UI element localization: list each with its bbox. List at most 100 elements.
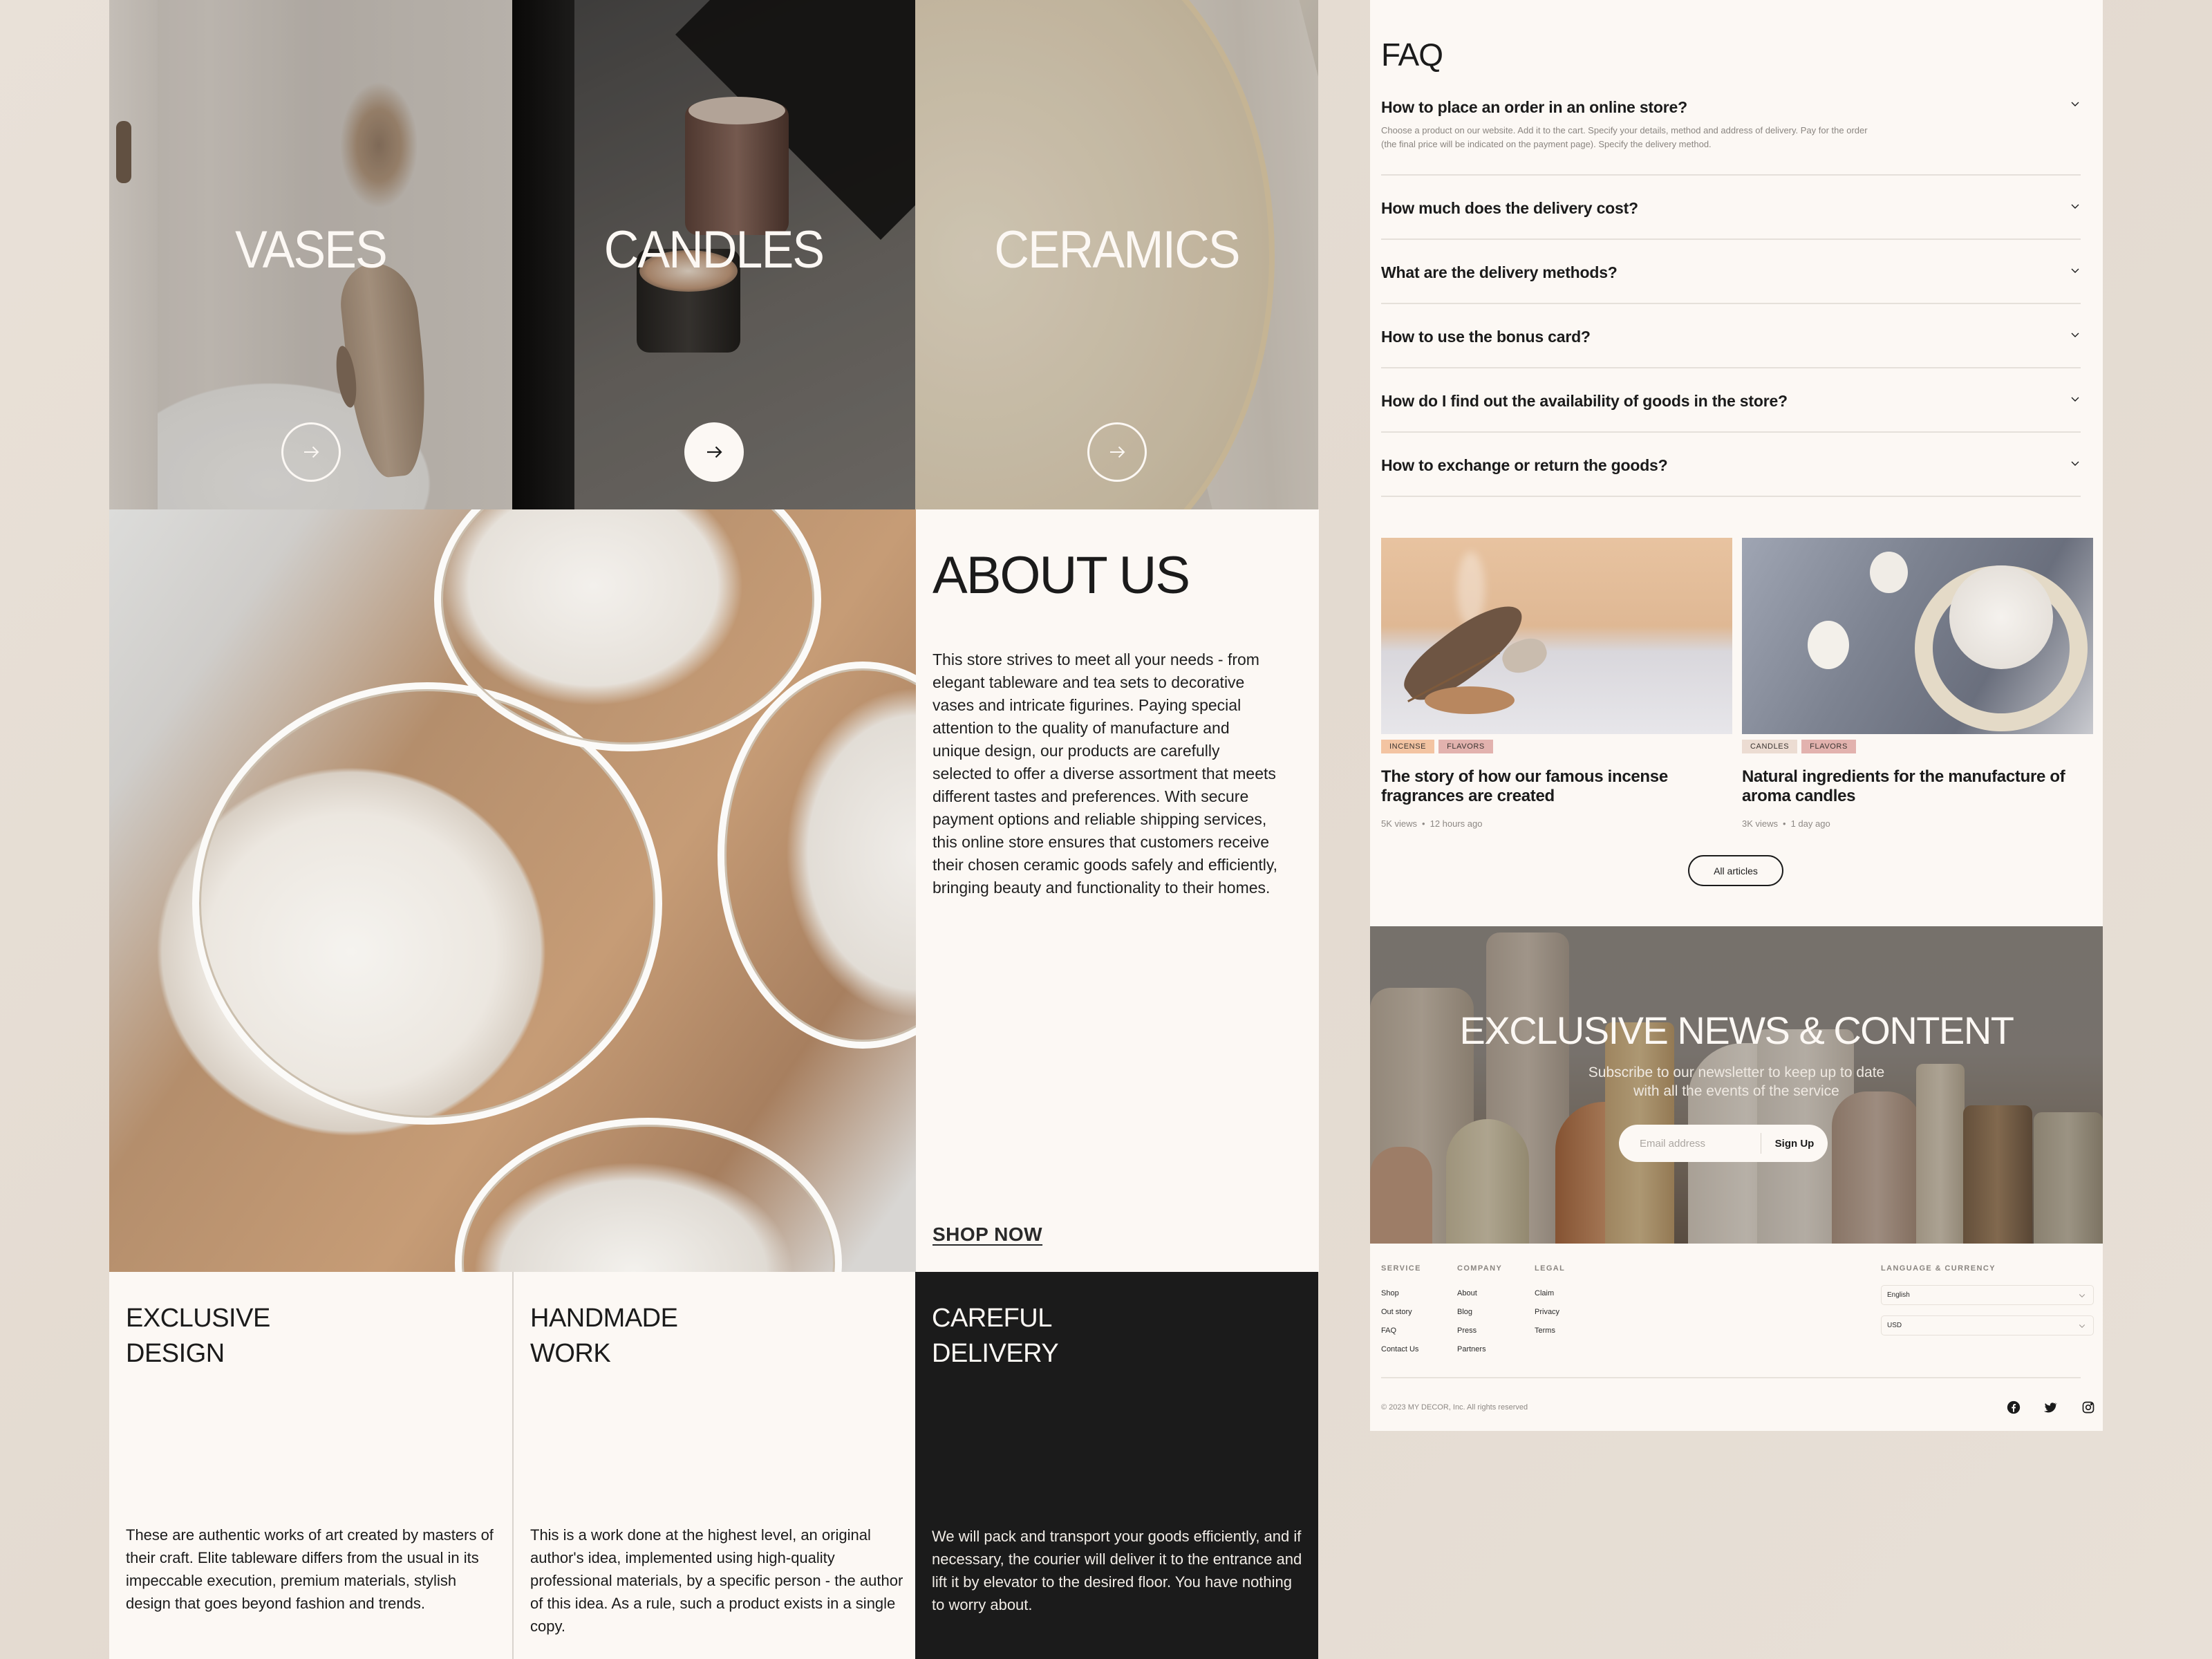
footer-link-shop[interactable]: Shop	[1381, 1290, 1421, 1297]
chevron-down-icon	[2079, 1293, 2086, 1297]
footer-link-privacy[interactable]: Privacy	[1535, 1309, 1565, 1316]
footer-heading: LEGAL	[1535, 1264, 1566, 1273]
category-arrow-button[interactable]	[1087, 422, 1147, 482]
category-title: CERAMICS	[994, 221, 1240, 279]
faq-question[interactable]: How do I find out the availability of go…	[1381, 385, 2081, 411]
feature-body: We will pack and transport your goods ef…	[932, 1528, 1302, 1613]
footer-heading: SERVICE	[1381, 1264, 1421, 1273]
cork-coaster	[1425, 686, 1515, 714]
candle	[1949, 565, 2053, 669]
tag[interactable]: FLAVORS	[1801, 740, 1856, 753]
category-arrow-button[interactable]	[281, 422, 341, 482]
faq-item[interactable]: What are the delivery methods?	[1381, 240, 2081, 304]
chevron-down-icon[interactable]	[2070, 393, 2081, 404]
about-body: This store strives to meet all your need…	[932, 650, 1278, 897]
separator-dot: •	[1783, 818, 1786, 829]
cotton-flower	[1808, 621, 1849, 669]
email-input[interactable]	[1619, 1125, 1761, 1162]
footer-link-terms[interactable]: Terms	[1535, 1327, 1565, 1335]
footer-link-blog[interactable]: Blog	[1457, 1309, 1502, 1316]
about-us-section: ABOUT US This store strives to meet all …	[916, 509, 1319, 1272]
feature-body: This is a work done at the highest level…	[530, 1526, 903, 1635]
footer-column-company: COMPANY About Blog Press Partners	[1457, 1264, 1502, 1353]
faq-question[interactable]: How to place an order in an online store…	[1381, 91, 2081, 117]
article-title[interactable]: The story of how our famous incense frag…	[1381, 767, 1732, 806]
bowl	[455, 1118, 842, 1272]
footer-link-faq[interactable]: FAQ	[1381, 1327, 1421, 1335]
footer-column-legal: LEGAL Claim Privacy Terms	[1535, 1264, 1565, 1335]
article-views: 3K views	[1742, 818, 1779, 829]
category-title: VASES	[235, 221, 388, 279]
chevron-down-icon[interactable]	[2070, 329, 2081, 340]
feature-exclusive-design: EXCLUSIVE DESIGN These are authentic wor…	[109, 1272, 512, 1659]
footer-heading: LANGUAGE & CURRENCY	[1881, 1264, 1996, 1273]
instagram-icon[interactable]	[2081, 1400, 2095, 1414]
article-card[interactable]: INCENSE FLAVORS The story of how our fam…	[1381, 538, 1732, 829]
category-tile-ceramics[interactable]: CERAMICS	[915, 0, 1318, 509]
article-time: 1 day ago	[1790, 818, 1830, 829]
article-card[interactable]: CANDLES FLAVORS Natural ingredients for …	[1742, 538, 2093, 829]
chevron-down-icon[interactable]	[2070, 265, 2081, 276]
chevron-down-icon[interactable]	[2070, 458, 2081, 469]
article-views: 5K views	[1381, 818, 1418, 829]
footer-divider	[1381, 1377, 2081, 1378]
article-time: 12 hours ago	[1430, 818, 1483, 829]
tag[interactable]: FLAVORS	[1438, 740, 1493, 753]
article-title[interactable]: Natural ingredients for the manufacture …	[1742, 767, 2093, 806]
ceramic-bowls-photo	[109, 509, 916, 1272]
tag[interactable]: CANDLES	[1742, 740, 1798, 753]
about-title: ABOUT US	[932, 546, 1190, 605]
footer-link-about[interactable]: About	[1457, 1290, 1502, 1297]
faq-item[interactable]: How to exchange or return the goods?	[1381, 433, 2081, 497]
category-tile-candles[interactable]: CANDLES	[512, 0, 915, 509]
feature-handmade-work: HANDMADE WORK This is a work done at the…	[512, 1272, 915, 1659]
category-arrow-button[interactable]	[684, 422, 744, 482]
all-articles-button[interactable]: All articles	[1688, 855, 1783, 886]
footer-link-contact-us[interactable]: Contact Us	[1381, 1346, 1421, 1353]
faq-item[interactable]: How much does the delivery cost?	[1381, 176, 2081, 240]
category-tile-vases[interactable]: VASES	[109, 0, 512, 509]
faq-question[interactable]: What are the delivery methods?	[1381, 256, 2081, 282]
faq-title: FAQ	[1381, 37, 1443, 73]
cotton-flower	[1870, 552, 1908, 593]
feature-title: HANDMADE WORK	[530, 1304, 678, 1368]
tag[interactable]: INCENSE	[1381, 740, 1435, 753]
faq-list: How to place an order in an online store…	[1381, 91, 2081, 497]
language-currency: LANGUAGE & CURRENCY English USD	[1881, 1264, 2094, 1335]
language-select[interactable]: English	[1881, 1285, 2094, 1305]
article-meta: 3K views • 1 day ago	[1742, 818, 2093, 829]
bowl	[718, 662, 916, 1049]
footer-link-partners[interactable]: Partners	[1457, 1346, 1502, 1353]
faq-question[interactable]: How to exchange or return the goods?	[1381, 449, 2081, 475]
faq-item[interactable]: How to place an order in an online store…	[1381, 91, 2081, 176]
shop-now-link[interactable]: SHOP NOW	[932, 1224, 1042, 1246]
sign-up-button[interactable]: Sign Up	[1761, 1138, 1828, 1150]
faq-question[interactable]: How much does the delivery cost?	[1381, 192, 2081, 218]
chevron-down-icon[interactable]	[2070, 200, 2081, 212]
newsletter-subtitle: Subscribe to our newsletter to keep up t…	[1588, 1065, 1885, 1099]
twitter-icon[interactable]	[2043, 1400, 2057, 1414]
article-image-incense[interactable]	[1381, 538, 1732, 734]
footer-column-service: SERVICE Shop Out story FAQ Contact Us	[1381, 1264, 1421, 1353]
info-panel: FAQ How to place an order in an online s…	[1370, 0, 2103, 1431]
chevron-down-icon[interactable]	[2070, 98, 2081, 109]
arrow-right-icon	[303, 446, 319, 458]
article-image-candles[interactable]	[1742, 538, 2093, 734]
footer-link-claim[interactable]: Claim	[1535, 1290, 1565, 1297]
subscribe-form: Sign Up	[1619, 1125, 1828, 1162]
feature-body: These are authentic works of art created…	[126, 1526, 494, 1612]
language-value: English	[1887, 1291, 1910, 1299]
currency-select[interactable]: USD	[1881, 1315, 2094, 1335]
facebook-icon[interactable]	[2007, 1400, 2021, 1414]
footer-heading: COMPANY	[1457, 1264, 1503, 1273]
separator-dot: •	[1422, 818, 1425, 829]
footer-link-out-story[interactable]: Out story	[1381, 1309, 1421, 1316]
newsletter-title: EXCLUSIVE NEWS & CONTENT	[1459, 1009, 2014, 1052]
newsletter-section: EXCLUSIVE NEWS & CONTENT Subscribe to ou…	[1370, 926, 2103, 1244]
main-showcase: VASES CANDLES CERAMICS ABOUT US This sto…	[109, 0, 1319, 1659]
faq-item[interactable]: How do I find out the availability of go…	[1381, 368, 2081, 433]
faq-item[interactable]: How to use the bonus card?	[1381, 304, 2081, 368]
faq-question[interactable]: How to use the bonus card?	[1381, 321, 2081, 346]
footer-link-press[interactable]: Press	[1457, 1327, 1502, 1335]
feature-title: CAREFUL DELIVERY	[932, 1304, 1059, 1368]
